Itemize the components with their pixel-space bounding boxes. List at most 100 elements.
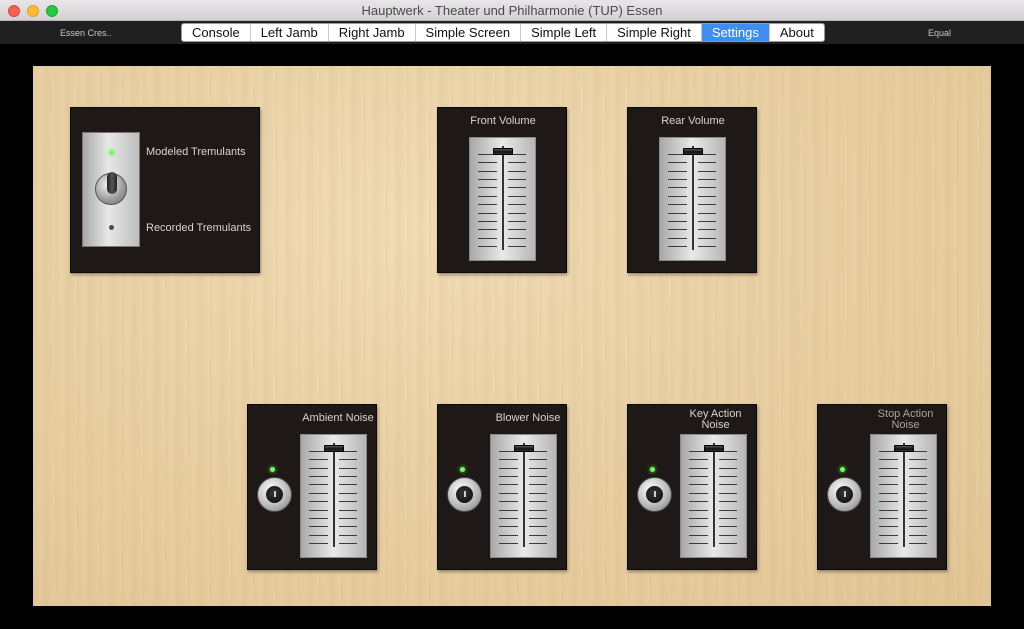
- fader-tick: [668, 170, 687, 172]
- fader-tick: [499, 484, 518, 486]
- tremulant-switch-plate[interactable]: [82, 132, 140, 247]
- modeled-tremulants-label: Modeled Tremulants: [146, 146, 246, 158]
- tab-right-jamb[interactable]: Right Jamb: [329, 24, 416, 41]
- fader-tick: [908, 492, 927, 494]
- fader-tick: [879, 526, 898, 528]
- tab-console[interactable]: Console: [182, 24, 251, 41]
- fader-tick: [718, 543, 737, 544]
- fader-tick: [718, 526, 737, 528]
- fader-tick: [689, 467, 708, 469]
- fader-tick: [697, 170, 716, 172]
- fader-tick: [697, 162, 716, 164]
- fader-tick: [718, 459, 737, 461]
- tab-simple-left[interactable]: Simple Left: [521, 24, 608, 41]
- fader-tick: [718, 501, 737, 503]
- fader-tick: [507, 195, 526, 197]
- fader-tick: [507, 170, 526, 172]
- fader-tick: [528, 517, 547, 519]
- key-action-noise-knob[interactable]: [637, 477, 672, 512]
- toolbar: Essen Cres.. Console Left Jamb Right Jam…: [0, 21, 1024, 44]
- fader-tick: [338, 543, 357, 544]
- tab-settings[interactable]: Settings: [701, 24, 770, 41]
- tab-left-jamb[interactable]: Left Jamb: [251, 24, 329, 41]
- fader-tick: [338, 509, 357, 511]
- stop-action-noise-knob[interactable]: [827, 477, 862, 512]
- fader-tick: [478, 229, 497, 231]
- fader-tick: [689, 459, 708, 461]
- fader-tick: [689, 534, 708, 536]
- fader-tick: [879, 501, 898, 503]
- fader-tick: [879, 484, 898, 486]
- fader-tick: [507, 187, 526, 189]
- fader-tick: [689, 517, 708, 519]
- ambient-noise-panel: Ambient Noise: [247, 404, 377, 570]
- ambient-noise-knob[interactable]: [257, 477, 292, 512]
- fader-slot: [332, 443, 335, 547]
- fader-tick: [718, 534, 737, 536]
- fader-tick: [309, 492, 328, 494]
- fader-tick: [718, 467, 737, 469]
- fader-tick: [507, 162, 526, 164]
- fader-tick: [908, 534, 927, 536]
- fader-tick: [478, 179, 497, 181]
- fader-tick: [528, 484, 547, 486]
- fader-handle[interactable]: [893, 445, 914, 452]
- key-action-noise-label: Key Action Noise: [689, 408, 742, 431]
- fader-tick: [499, 476, 518, 478]
- fader-handle[interactable]: [682, 148, 703, 155]
- fader-tick: [478, 246, 497, 247]
- fader-slot: [522, 443, 525, 547]
- fader-tick: [338, 501, 357, 503]
- tab-simple-screen[interactable]: Simple Screen: [416, 24, 522, 41]
- fader-tick: [478, 162, 497, 164]
- toggle-lever-icon: [107, 172, 117, 194]
- fader-tick: [689, 492, 708, 494]
- rear-volume-panel: Rear Volume: [627, 107, 757, 273]
- fader-tick: [309, 484, 328, 486]
- fader-handle[interactable]: [513, 445, 534, 452]
- fader-handle[interactable]: [703, 445, 724, 452]
- fader-tick: [697, 220, 716, 222]
- window-title: Hauptwerk - Theater und Philharmonie (TU…: [361, 3, 663, 18]
- fader-tick: [507, 212, 526, 214]
- blower-noise-fader[interactable]: [490, 434, 557, 558]
- fader-tick: [668, 162, 687, 164]
- fader-tick: [499, 534, 518, 536]
- fader-tick: [879, 543, 898, 544]
- fader-tick: [499, 501, 518, 503]
- stop-action-noise-fader[interactable]: [870, 434, 937, 558]
- ambient-noise-fader[interactable]: [300, 434, 367, 558]
- fader-tick: [689, 501, 708, 503]
- fader-tick: [697, 212, 716, 214]
- key-action-noise-led: [650, 467, 655, 472]
- fader-tick: [718, 484, 737, 486]
- blower-noise-panel: Blower Noise: [437, 404, 567, 570]
- fader-tick: [697, 237, 716, 239]
- fader-tick: [879, 509, 898, 511]
- tab-about[interactable]: About: [770, 24, 824, 41]
- fader-tick: [879, 467, 898, 469]
- rear-volume-fader[interactable]: [659, 137, 726, 261]
- blower-noise-knob[interactable]: [447, 477, 482, 512]
- fader-handle[interactable]: [492, 148, 513, 155]
- title-bar: Hauptwerk - Theater und Philharmonie (TU…: [0, 0, 1024, 21]
- fader-tick: [309, 534, 328, 536]
- fader-tick: [478, 220, 497, 222]
- fader-tick: [478, 212, 497, 214]
- fader-tick: [718, 492, 737, 494]
- fader-tick: [528, 459, 547, 461]
- key-action-noise-fader[interactable]: [680, 434, 747, 558]
- tremulants-panel: Modeled Tremulants Recorded Tremulants: [70, 107, 260, 273]
- fader-tick: [478, 204, 497, 206]
- fader-tick: [499, 459, 518, 461]
- fader-tick: [908, 509, 927, 511]
- fader-tick: [668, 195, 687, 197]
- fader-handle[interactable]: [323, 445, 344, 452]
- tab-simple-right[interactable]: Simple Right: [607, 24, 702, 41]
- fader-tick: [697, 204, 716, 206]
- front-volume-fader[interactable]: [469, 137, 536, 261]
- fader-tick: [478, 170, 497, 172]
- fader-tick: [879, 492, 898, 494]
- tremulant-toggle-switch[interactable]: [95, 172, 127, 205]
- stop-action-noise-panel: Stop Action Noise: [817, 404, 947, 570]
